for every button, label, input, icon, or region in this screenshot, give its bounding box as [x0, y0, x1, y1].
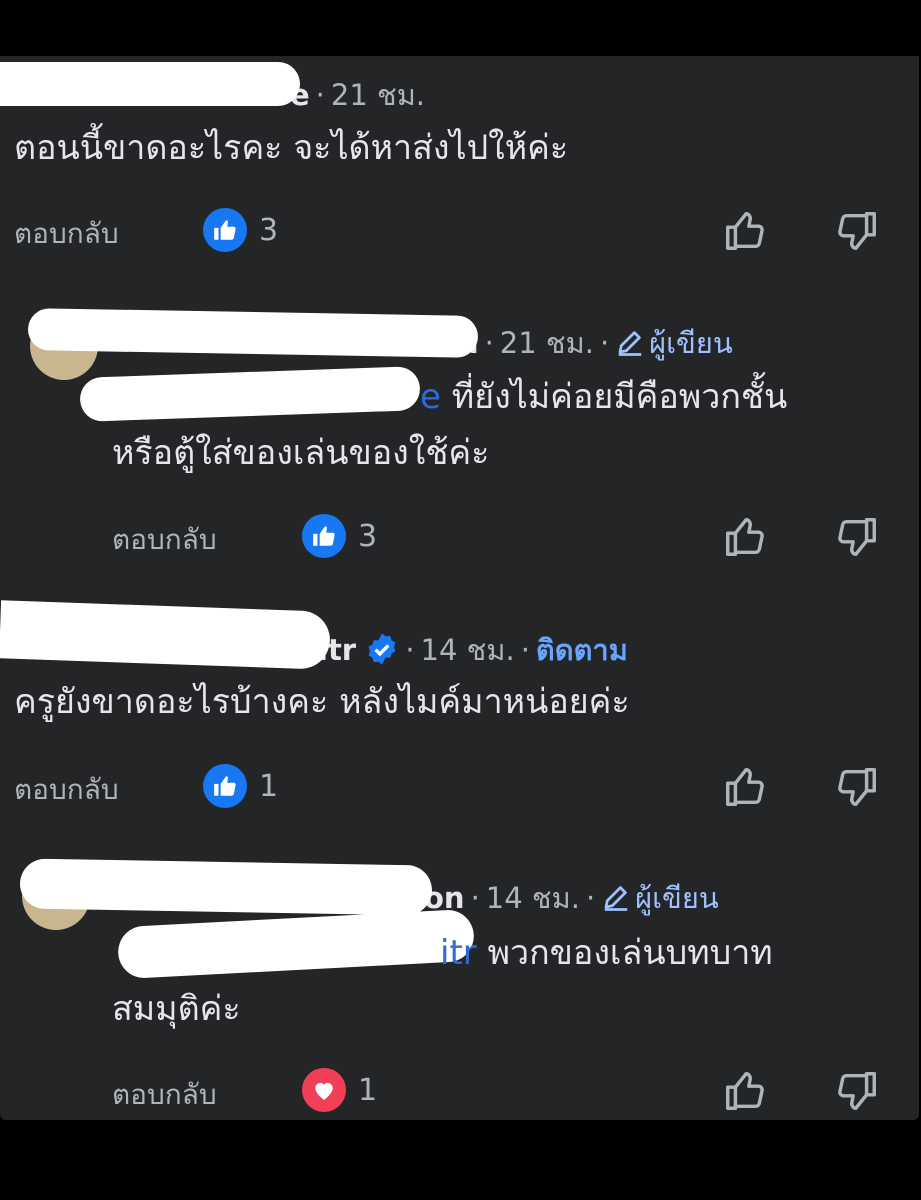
- thumbs-down-icon: [838, 1072, 876, 1110]
- like-icon: [302, 514, 346, 558]
- timestamp[interactable]: 21 ชม.: [331, 78, 425, 112]
- downvote-button[interactable]: [834, 514, 880, 560]
- comment-meta: on · 14 ชม. · ผู้เขียน: [424, 881, 719, 915]
- like-icon: [203, 208, 247, 252]
- comment-text: ครูยังขาดอะไรบ้างคะ หลังไมค์มาหน่อยค่ะ: [14, 682, 630, 722]
- comment-text: itr พวกของเล่นบทบาท: [440, 933, 773, 973]
- timestamp[interactable]: 21 ชม.: [500, 326, 594, 360]
- reply-button[interactable]: ตอบกลับ: [112, 518, 217, 562]
- reaction-count: 3: [259, 212, 279, 248]
- downvote-button[interactable]: [834, 764, 880, 810]
- thumbs-down-icon: [838, 768, 876, 806]
- upvote-button[interactable]: [722, 764, 768, 810]
- reaction-summary[interactable]: 1: [203, 764, 278, 808]
- redaction-mark: [27, 308, 479, 358]
- comment-meta: on·21 ชม.·ผู้เขียน: [438, 320, 733, 366]
- downvote-button[interactable]: [834, 1068, 880, 1114]
- pencil-icon: [618, 331, 642, 356]
- reaction-summary[interactable]: 3: [203, 208, 278, 252]
- comment-text: e ที่ยังไม่ค่อยมีคือพวกชั้น: [420, 377, 788, 417]
- timestamp[interactable]: 14 ชม.: [421, 633, 515, 667]
- redaction-mark: [19, 858, 433, 916]
- thumbs-up-icon: [726, 518, 764, 556]
- reaction-count: 3: [358, 518, 378, 554]
- pencil-icon: [604, 886, 628, 911]
- upvote-button[interactable]: [722, 514, 768, 560]
- comment-text-line2: หรือตู้ใส่ของเล่นของใช้ค่ะ: [112, 433, 490, 473]
- mentioned-user[interactable]: itr: [440, 933, 477, 973]
- thumbs-down-icon: [838, 212, 876, 250]
- reply-button[interactable]: ตอบกลับ: [112, 1073, 217, 1117]
- thumbs-up-icon: [726, 1072, 764, 1110]
- comment-meta: itr · 14 ชม. · ติดตาม: [318, 633, 628, 667]
- upvote-button[interactable]: [722, 1068, 768, 1114]
- thumbs-up-icon: [726, 212, 764, 250]
- heart-icon: [302, 1068, 346, 1112]
- like-icon: [203, 764, 247, 808]
- timestamp[interactable]: 14 ชม.: [486, 881, 580, 915]
- downvote-button[interactable]: [834, 208, 880, 254]
- reaction-summary[interactable]: 3: [302, 514, 377, 558]
- reaction-summary[interactable]: 1: [302, 1068, 377, 1112]
- redaction-mark: [0, 600, 331, 670]
- comment-text-line2: สมมุติค่ะ: [112, 989, 241, 1029]
- follow-button[interactable]: ติดตาม: [536, 633, 628, 667]
- thumbs-down-icon: [838, 518, 876, 556]
- redaction-mark: [0, 62, 300, 106]
- mentioned-user[interactable]: e: [420, 377, 441, 417]
- thumbs-up-icon: [726, 768, 764, 806]
- reaction-count: 1: [358, 1072, 378, 1108]
- upvote-button[interactable]: [722, 208, 768, 254]
- author-badge: ผู้เขียน: [601, 881, 719, 915]
- author-badge: ผู้เขียน: [615, 326, 733, 360]
- comment-text: ตอนนี้ขาดอะไรคะ จะได้หาส่งไปให้ค่ะ: [14, 128, 569, 168]
- reply-button[interactable]: ตอบกลับ: [14, 212, 119, 256]
- verified-badge-icon: [368, 633, 396, 665]
- reaction-count: 1: [259, 768, 279, 804]
- reply-button[interactable]: ตอบกลับ: [14, 768, 119, 812]
- comment-meta: e · 21 ชม.: [290, 78, 426, 112]
